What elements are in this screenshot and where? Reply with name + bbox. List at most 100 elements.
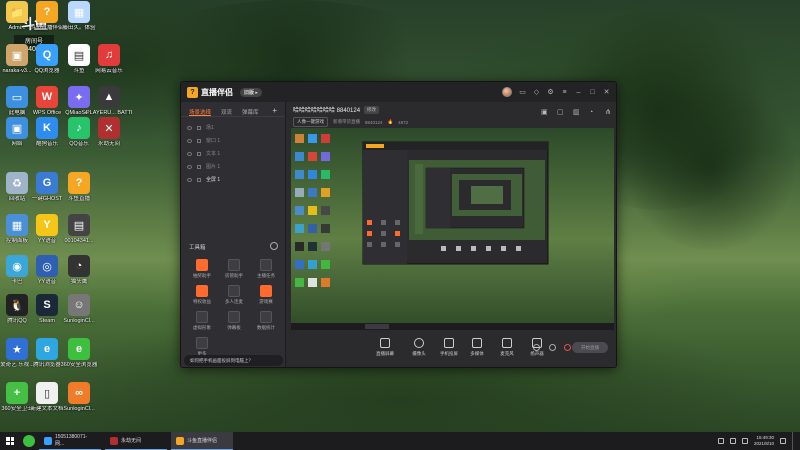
start-button[interactable] [3,432,17,450]
visibility-icon[interactable] [187,138,192,143]
stream-preview[interactable] [291,128,614,330]
desktop-icon[interactable]: ✕ 永劫无间 [86,117,132,148]
toolbox-item[interactable]: 多人连麦 [218,285,250,305]
screen-capture-button[interactable]: 直播屏幕 [371,338,399,357]
toolbox-item[interactable]: 特权收益 [186,285,218,305]
desktop-icon[interactable]: e 360安全浏览器 [56,338,102,369]
room-info: 哈哈哈哈哈哈哈 8840124 修改 人像一键游戏 新增带货直播 8840124… [287,102,616,128]
scene-item[interactable]: 文本 1 [187,147,279,160]
desktop-icon[interactable]: ♫ 网易云音乐 [86,44,132,75]
category-select[interactable]: 人像一键游戏 [293,117,328,127]
taskbar-task[interactable]: 永劫无间 [105,432,167,450]
toolbox-item[interactable]: 抽奖助手 [186,259,218,279]
network-icon[interactable] [729,438,736,444]
chart-icon[interactable]: ▥ [573,109,580,116]
toolbox-title: 工具箱 [189,245,206,251]
control-icon [414,338,424,348]
toolbox-item[interactable]: 更多 [186,337,218,357]
desktop-app-icon: ☺ [68,294,90,316]
desktop-icon[interactable]: ? 斗鱼直播 [56,172,102,203]
share-icon[interactable]: ⋔ [605,109,612,116]
media-button[interactable]: 多媒体 [463,338,491,357]
notification-icon[interactable] [780,438,786,444]
edit-title-button[interactable]: 修改 [364,105,380,114]
settings-icon[interactable]: ⚙ [547,89,554,96]
desktop-app-icon: ◎ [36,255,58,277]
toolbox-item[interactable]: 数据统计 [250,311,282,331]
desktop-app-icon: ? [68,172,90,194]
add-scene-button[interactable]: + [272,107,277,116]
show-desktop-button[interactable] [792,432,794,450]
taskbar-task[interactable]: 斗鱼直播伴侣 [171,432,233,450]
tab-scene[interactable]: 场景选择 [189,108,212,116]
minimize-icon[interactable]: – [575,89,582,96]
preview-canvas [291,128,614,330]
control-bar: 开始直播 直播屏幕 摄像头 手机投屏 多媒体 麦克风 扬声器 [287,332,616,367]
help-notice[interactable]: 如何把手机画面投屏到电脑上？ [184,355,283,366]
tab-dual-stream[interactable]: 双流 [221,108,232,116]
phone-cast-button[interactable]: 手机投屏 [435,338,463,357]
desktop-icon[interactable]: ◔ 猫头鹰 [56,255,102,286]
scene-item[interactable]: 窗口 1 [187,134,279,147]
volume-icon[interactable] [741,438,748,444]
microphone-button[interactable]: 麦克风 [493,338,521,357]
clock[interactable]: 15:49:30 2021/8/10 [754,435,774,447]
desktop-icon[interactable]: ▤ 00104341... [56,214,102,245]
visibility-icon[interactable] [187,151,192,156]
lock-icon[interactable] [197,177,201,182]
lock-icon[interactable] [197,164,201,169]
skin-icon[interactable]: ◇ [533,89,540,96]
desktop-icon[interactable]: ▦ 藤田久。体验 [56,1,102,32]
toolbox-settings-icon[interactable] [270,242,278,250]
desktop-icon[interactable]: ∞ SunloginCl... [56,382,102,413]
message-icon[interactable]: ▭ [519,89,526,96]
start-live-button[interactable]: 开始直播 [572,342,608,353]
control-label: 摄像头 [412,351,426,356]
visibility-icon[interactable] [187,177,192,182]
toolbox-item[interactable]: 主播任务 [250,259,282,279]
desktop-app-icon: ♫ [98,44,120,66]
record-icon[interactable] [564,344,571,351]
tool-icon [260,259,272,271]
close-icon[interactable]: ✕ [603,89,610,96]
desktop-icon-label: 360安全浏览器 [60,362,98,368]
version-badge[interactable]: 旧版 ▸ [240,87,262,97]
tool-icon [196,259,208,271]
toolbox-item[interactable]: 房管助手 [218,259,250,279]
desktop-icon[interactable]: ☺ SunloginCl... [56,294,102,325]
toolbox-item[interactable]: 虚拟形象 [186,311,218,331]
tab-danmu[interactable]: 弹幕库 [242,108,259,116]
scene-item[interactable]: 场1 [187,121,279,134]
gift-icon[interactable]: ▣ [541,109,548,116]
live-streaming-app-window[interactable]: ? 直播伴侣 旧版 ▸ ▭ ◇ ⚙ ≡ – □ ✕ 场景选择 双流 弹幕库 + … [180,81,617,368]
fire-icon: 🔥 [387,119,394,124]
desktop-icon-label: 00104341... [64,238,94,244]
speaker-button[interactable]: 扬声器 [523,338,551,357]
lock-icon[interactable] [197,151,201,156]
lock-icon[interactable] [197,138,201,143]
lock-icon[interactable] [197,125,201,130]
camera-button[interactable]: 摄像头 [405,338,433,357]
visibility-icon[interactable] [187,125,192,130]
toolbox-item[interactable]: 游戏赛 [250,285,282,305]
desktop-icon[interactable]: ▲ PLAYERU... BATTLEG... [86,86,132,117]
visibility-icon[interactable] [187,164,192,169]
user-avatar[interactable] [502,87,512,97]
lock-icon[interactable]: ▢ [557,109,564,116]
desktop-icon-label: SunloginCl... [63,318,95,324]
room-id-text: 8840124 [365,119,383,125]
app-titlebar[interactable]: ? 直播伴侣 旧版 ▸ ▭ ◇ ⚙ ≡ – □ ✕ [181,82,616,102]
main-panel: 哈哈哈哈哈哈哈 8840124 修改 人像一键游戏 新增带货直播 8840124… [287,102,616,367]
scene-item[interactable]: 全屏 1 [187,173,279,186]
taskbar-task[interactable]: 15051380071-网... [39,432,101,450]
scene-item[interactable]: 图片 1 [187,160,279,173]
maximize-icon[interactable]: □ [589,89,596,96]
control-icon [444,338,454,348]
toolbox-item[interactable]: 弹幕板 [218,311,250,331]
desktop-app-icon: K [36,117,58,139]
tray-expand-icon[interactable] [717,438,724,444]
pinned-360-icon[interactable] [23,435,35,447]
tool-label: 多人连麦 [225,299,243,304]
menu-icon[interactable]: ≡ [561,89,568,96]
bell-icon[interactable]: ◔ [589,109,596,116]
